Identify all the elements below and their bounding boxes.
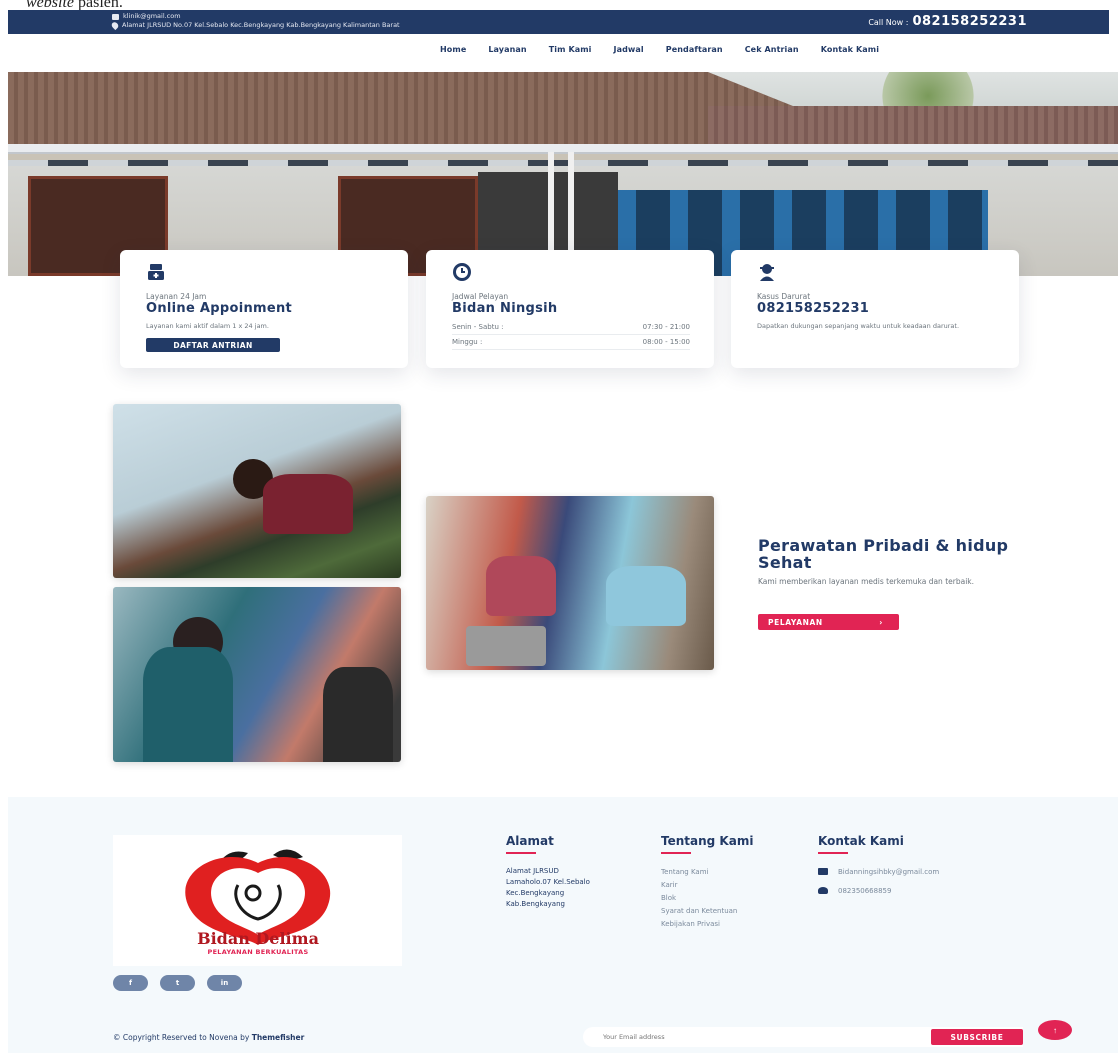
- photo-midwife-treatment: [113, 587, 401, 762]
- nav-pendaftaran[interactable]: Pendaftaran: [666, 45, 723, 54]
- facebook-icon[interactable]: f: [113, 975, 148, 991]
- nav-cek-antrian[interactable]: Cek Antrian: [745, 45, 799, 54]
- call-now[interactable]: Call Now : 082158252231: [868, 14, 1027, 29]
- nav-layanan[interactable]: Layanan: [488, 45, 526, 54]
- nav-kontak-kami[interactable]: Kontak Kami: [821, 45, 879, 54]
- topbar-email[interactable]: klinik@gmail.com: [123, 12, 181, 21]
- footer-address-line: Alamat JLRSUD: [506, 867, 559, 875]
- main-nav: Home Layanan Tim Kami Jadwal Pendaftaran…: [440, 45, 901, 54]
- logo-name: Bidan Delima: [197, 929, 319, 948]
- footer-phone-row: 082350668859: [818, 881, 939, 900]
- linkedin-icon[interactable]: in: [207, 975, 242, 991]
- promo-title: Perawatan Pribadi & hidup Sehat: [758, 536, 1009, 572]
- appointment-card: Layanan 24 Jam Online Appoinment Layanan…: [120, 250, 408, 368]
- schedule-day: Minggu :: [452, 338, 483, 346]
- facebook-glyph: f: [128, 979, 133, 987]
- photo-figure: [466, 626, 546, 666]
- twitter-glyph: t: [175, 979, 180, 987]
- daftar-antrian-button[interactable]: DAFTAR ANTRIAN: [146, 338, 280, 352]
- schedule-small-label: Jadwal Pelayan: [452, 292, 509, 301]
- footer-about-links: Tentang Kami Karir Blok Syarat dan Keten…: [661, 866, 737, 931]
- newsletter-form: SUBSCRIBE: [583, 1027, 1023, 1047]
- footer-email-row: Bidanningsihbky@gmail.com: [818, 862, 939, 881]
- footer-link-privasi[interactable]: Kebijakan Privasi: [661, 918, 737, 931]
- footer-address-title: Alamat: [506, 834, 554, 848]
- schedule-day: Senin - Sabtu :: [452, 323, 504, 331]
- footer-about-title: Tentang Kami: [661, 834, 754, 848]
- footer-address-line: Kec.Bengkayang: [506, 889, 565, 897]
- logo-tagline: PELAYANAN BERKUALITAS: [207, 948, 309, 956]
- copyright: © Copyright Reserved to Novena by Themef…: [113, 1033, 304, 1042]
- scroll-to-top-button[interactable]: ↑: [1038, 1020, 1072, 1040]
- footer-logo: Bidan Delima PELAYANAN BERKUALITAS: [113, 835, 402, 966]
- photo-midwife-patient-bed: [113, 404, 401, 578]
- topbar-email-row: klinik@gmail.com: [112, 12, 400, 21]
- call-now-label: Call Now :: [868, 18, 909, 27]
- appointment-small-label: Layanan 24 Jam: [146, 292, 207, 301]
- schedule-title: Bidan Ningsih: [452, 301, 558, 316]
- top-bar: klinik@gmail.com Alamat JLRSUD No.07 Kel…: [8, 10, 1109, 34]
- newsletter-email-input[interactable]: [603, 1031, 903, 1043]
- photo-figure: [606, 566, 686, 626]
- twitter-icon[interactable]: t: [160, 975, 195, 991]
- footer-contact: Bidanningsihbky@gmail.com 082350668859: [818, 862, 939, 900]
- emergency-desc: Dapatkan dukungan sepanjang waktu untuk …: [757, 322, 960, 330]
- schedule-time: 08:00 - 15:00: [642, 338, 690, 346]
- topbar-address-row: Alamat JLRSUD No.07 Kel.Sebalo Kec.Bengk…: [110, 20, 400, 31]
- nav-jadwal[interactable]: Jadwal: [614, 45, 644, 54]
- emergency-small-label: Kasus Darurat: [757, 292, 811, 301]
- footer-address-line: Lamaholo.07 Kel.Sebalo: [506, 878, 590, 886]
- map-pin-icon: [110, 20, 120, 31]
- appointment-desc: Layanan kami aktif dalam 1 x 24 jam.: [146, 322, 269, 330]
- hero-fascia: [8, 144, 1118, 154]
- email-icon: [112, 13, 119, 20]
- schedule-hours: Senin - Sabtu : 07:30 - 21:00 Minggu : 0…: [452, 320, 690, 350]
- call-now-number[interactable]: 082158252231: [912, 14, 1027, 29]
- schedule-time: 07:30 - 21:00: [642, 323, 690, 331]
- copyright-brand-link[interactable]: Themefisher: [252, 1033, 305, 1042]
- headset-icon: [760, 264, 774, 281]
- footer-link-blok[interactable]: Blok: [661, 892, 737, 905]
- linkedin-glyph: in: [220, 979, 229, 987]
- footer-phone[interactable]: 082350668859: [838, 887, 891, 895]
- footer-title-underline: [818, 852, 848, 854]
- subscribe-button[interactable]: SUBSCRIBE: [931, 1029, 1023, 1045]
- pelayanan-button[interactable]: PELAYANAN ›: [758, 614, 899, 630]
- promo-text: Kami memberikan layanan medis terkemuka …: [758, 577, 975, 586]
- footer-title-underline: [661, 852, 691, 854]
- footer-address-line: Kab.Bengkayang: [506, 900, 565, 908]
- hero-roof-right: [708, 106, 1118, 144]
- clock-icon: [453, 263, 471, 281]
- footer-address: Alamat JLRSUD Lamaholo.07 Kel.Sebalo Kec…: [506, 866, 646, 910]
- arrow-up-icon: ↑: [1053, 1025, 1057, 1035]
- photo-consultation: [426, 496, 714, 670]
- appointment-title: Online Appoinment: [146, 301, 293, 316]
- emergency-phone[interactable]: 082158252231: [757, 301, 869, 316]
- envelope-icon: [818, 868, 828, 875]
- chevron-right-icon: ›: [879, 617, 883, 627]
- footer-title-underline: [506, 852, 536, 854]
- footer-contact-title: Kontak Kami: [818, 834, 904, 848]
- footer-link-syarat[interactable]: Syarat dan Ketentuan: [661, 905, 737, 918]
- topbar-address: Alamat JLRSUD No.07 Kel.Sebalo Kec.Bengk…: [122, 21, 400, 29]
- footer-link-tentang-kami[interactable]: Tentang Kami: [661, 866, 737, 879]
- ambulance-icon: [148, 264, 164, 280]
- nav-home[interactable]: Home: [440, 45, 466, 54]
- footer-link-karir[interactable]: Karir: [661, 879, 737, 892]
- hero-image: [8, 72, 1118, 276]
- copyright-text: © Copyright Reserved to Novena by: [113, 1033, 252, 1042]
- photo-figure: [486, 556, 556, 616]
- headset-icon: [818, 887, 828, 894]
- pelayanan-button-label: PELAYANAN: [768, 617, 823, 627]
- footer-email[interactable]: Bidanningsihbky@gmail.com: [838, 868, 939, 876]
- nav-tim-kami[interactable]: Tim Kami: [549, 45, 592, 54]
- photo-figure: [143, 647, 233, 762]
- emergency-card: Kasus Darurat 082158252231 Dapatkan duku…: [731, 250, 1019, 368]
- schedule-card: Jadwal Pelayan Bidan Ningsih Senin - Sab…: [426, 250, 714, 368]
- topbar-contact: klinik@gmail.com Alamat JLRSUD No.07 Kel…: [110, 12, 400, 31]
- schedule-row: Senin - Sabtu : 07:30 - 21:00: [452, 320, 690, 335]
- photo-figure: [323, 667, 393, 762]
- photo-figure: [263, 474, 353, 534]
- schedule-row: Minggu : 08:00 - 15:00: [452, 335, 690, 350]
